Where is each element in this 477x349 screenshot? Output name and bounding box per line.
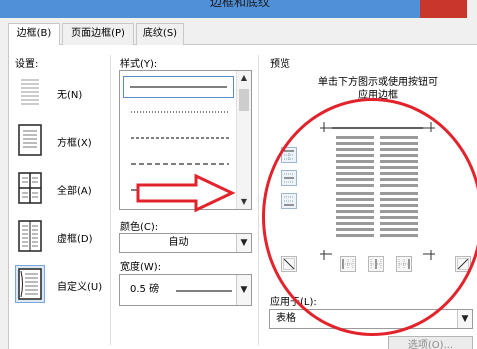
setting-none[interactable]: 无(N): [15, 73, 115, 113]
setting-custom-icon: [15, 265, 45, 303]
border-inside-vertical-button[interactable]: [368, 256, 384, 272]
preview-instruction-line1: 单击下方图示或使用按钮可: [318, 77, 438, 88]
border-bottom-button[interactable]: [281, 193, 297, 209]
window-title: 边框和底纹: [209, 0, 270, 9]
tab-borders[interactable]: 边框(B): [8, 23, 60, 46]
setting-all-icon: [15, 169, 45, 207]
title-bar: 边框和底纹: [0, 0, 477, 18]
width-value: 0.5 磅: [130, 284, 160, 295]
width-sample-line: [176, 290, 232, 292]
style-label: 样式(Y):: [120, 59, 158, 70]
setting-all[interactable]: 全部(A): [15, 169, 115, 209]
setting-none-label: 无(N): [57, 90, 83, 101]
preview-label: 预览: [270, 59, 290, 70]
border-top-icon: [284, 150, 294, 160]
width-label: 宽度(W):: [120, 262, 162, 273]
color-value: 自动: [168, 237, 189, 248]
preview-page[interactable]: [320, 120, 435, 262]
border-top-button[interactable]: [281, 147, 297, 163]
border-left-button[interactable]: [340, 256, 356, 272]
divider: [258, 55, 259, 345]
scroll-down-icon[interactable]: ▼: [237, 195, 251, 209]
border-inside-horizontal-icon: [284, 173, 294, 183]
close-button[interactable]: [420, 0, 477, 18]
border-bottom-icon: [284, 196, 294, 206]
setting-grid-icon: [15, 217, 45, 255]
scroll-up-icon[interactable]: ▲: [237, 71, 251, 85]
divider: [110, 55, 111, 345]
line-style-list[interactable]: ▲ ▼: [119, 70, 252, 210]
color-label: 颜色(C):: [120, 222, 159, 233]
setting-none-icon: [15, 73, 45, 111]
border-middle-button[interactable]: [281, 170, 297, 186]
color-select[interactable]: 自动 ▼: [119, 233, 252, 253]
tab-page-border[interactable]: 页面边框(P): [62, 23, 134, 45]
preview-instruction: 单击下方图示或使用按钮可 应用边框: [298, 76, 458, 102]
preview-instruction-line2: 应用边框: [358, 90, 398, 101]
chevron-down-icon[interactable]: ▼: [457, 310, 472, 328]
setting-custom-label: 自定义(U): [57, 282, 103, 293]
setting-box[interactable]: 方框(X): [15, 121, 115, 161]
border-inside-vertical-icon: [370, 259, 382, 269]
options-button[interactable]: 选项(O)...: [388, 336, 473, 349]
tab-shading[interactable]: 底纹(S): [136, 23, 184, 45]
apply-to-select[interactable]: 表格 ▼: [269, 309, 473, 329]
border-left-icon: [342, 259, 354, 269]
chevron-down-icon[interactable]: ▼: [236, 234, 251, 252]
diagonal-up-icon: [457, 258, 469, 270]
chevron-down-icon[interactable]: ▼: [236, 275, 251, 305]
border-right-icon: [398, 259, 410, 269]
style-list-scrollbar[interactable]: ▲ ▼: [236, 71, 251, 209]
setting-grid-label: 虚框(D): [57, 234, 93, 245]
border-right-button[interactable]: [396, 256, 412, 272]
apply-to-value: 表格: [276, 313, 296, 324]
border-diagonal-up-button[interactable]: [455, 256, 471, 272]
apply-to-label: 应用于(L):: [270, 297, 317, 308]
width-select[interactable]: 0.5 磅 ▼: [119, 274, 252, 306]
diagonal-down-icon: [283, 258, 295, 270]
setting-box-icon: [15, 121, 45, 159]
setting-grid[interactable]: 虚框(D): [15, 217, 115, 257]
setting-box-label: 方框(X): [57, 138, 92, 149]
scroll-thumb[interactable]: [239, 89, 249, 111]
setting-all-label: 全部(A): [57, 186, 92, 197]
settings-label: 设置:: [15, 59, 39, 70]
setting-custom[interactable]: 自定义(U): [15, 265, 115, 305]
border-diagonal-down-button[interactable]: [281, 256, 297, 272]
line-style-solid[interactable]: [123, 76, 234, 98]
